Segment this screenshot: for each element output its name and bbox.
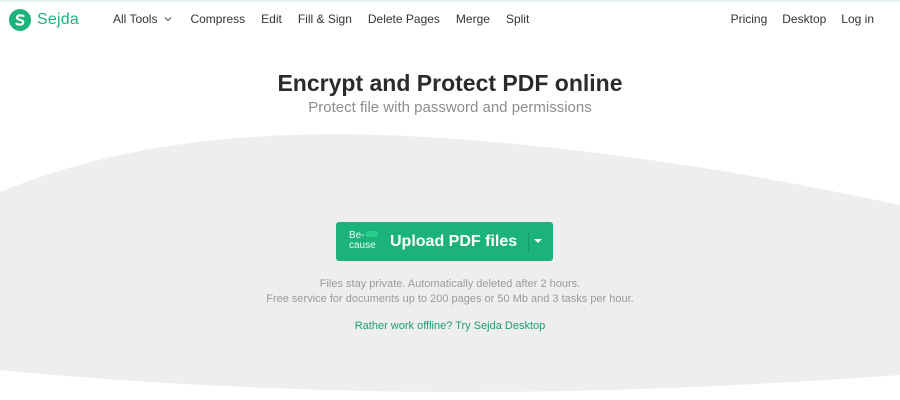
caret-down-icon[interactable] — [533, 238, 543, 244]
nav-delete-pages[interactable]: Delete Pages — [368, 12, 440, 26]
upload-icon-text-2: cause — [349, 240, 376, 251]
nav-login[interactable]: Log in — [841, 12, 874, 26]
page-subtitle: Protect file with password and permissio… — [308, 99, 592, 116]
nav-all-tools[interactable]: All Tools — [113, 12, 172, 26]
nav-left-menu: All Tools Compress Edit Fill & Sign Dele… — [113, 12, 545, 26]
nav-desktop[interactable]: Desktop — [782, 12, 826, 26]
top-navigation: Sejda All Tools Compress Edit Fill & Sig… — [0, 0, 900, 40]
limits-note: Free service for documents up to 200 pag… — [266, 293, 634, 305]
upload-icon: Be- cause — [349, 231, 385, 251]
privacy-note: Files stay private. Automatically delete… — [319, 278, 581, 290]
nav-compress[interactable]: Compress — [190, 12, 245, 26]
nav-merge[interactable]: Merge — [456, 12, 490, 26]
sejda-s-logo-icon — [9, 9, 31, 31]
upload-button-label: Upload PDF files — [390, 233, 518, 250]
upload-divider — [528, 232, 529, 252]
nav-right-menu: Pricing Desktop Log in — [716, 12, 874, 26]
nav-pricing[interactable]: Pricing — [731, 12, 768, 26]
nav-fill-sign[interactable]: Fill & Sign — [298, 12, 352, 26]
page-title: Encrypt and Protect PDF online — [277, 70, 623, 96]
nav-edit[interactable]: Edit — [261, 12, 282, 26]
brand-name: Sejda — [37, 11, 79, 28]
nav-all-tools-label: All Tools — [113, 12, 158, 26]
offline-desktop-prompt: Rather work offline? Try Sejda Desktop — [0, 319, 900, 334]
chevron-down-icon — [165, 17, 172, 22]
nav-split[interactable]: Split — [506, 12, 529, 26]
upload-pdf-button[interactable]: Be- cause Upload PDF files — [336, 222, 553, 261]
brand-logo[interactable]: Sejda — [9, 9, 79, 31]
upload-icon-highlight — [366, 231, 378, 237]
try-desktop-link[interactable]: Rather work offline? Try Sejda Desktop — [355, 320, 546, 332]
